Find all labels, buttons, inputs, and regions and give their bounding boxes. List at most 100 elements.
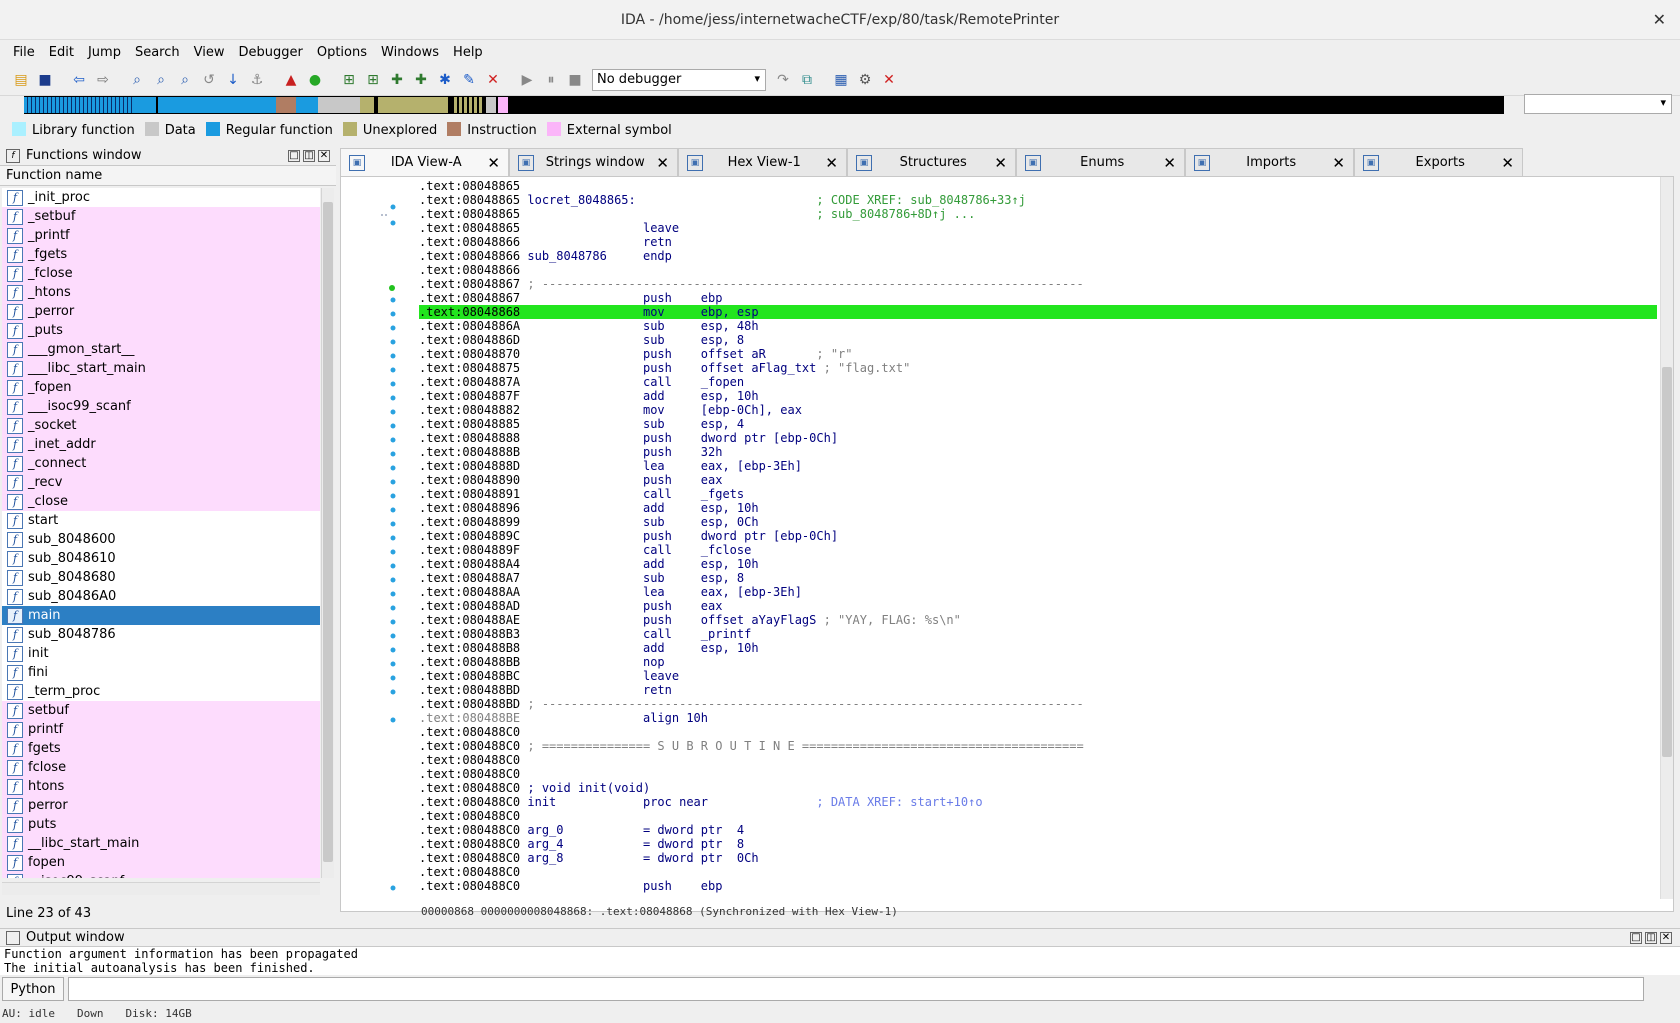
disasm-line[interactable]: .text:080488C0 (419, 767, 1657, 781)
function-row[interactable]: f ___gmon_start__ (2, 340, 320, 359)
graph-icon[interactable]: ▲ (280, 69, 302, 91)
python-input[interactable] (68, 977, 1644, 1001)
disasm-line[interactable]: .text:080488C0 (419, 809, 1657, 823)
disasm-line[interactable]: .text:080488C0 push ebp (419, 879, 1657, 893)
run-green-icon[interactable]: ● (304, 69, 326, 91)
disasm-line[interactable]: .text:080488B3 call _printf (419, 627, 1657, 641)
disasm-line[interactable]: .text:0804887A call _fopen (419, 375, 1657, 389)
disasm-line[interactable]: .text:0804886D sub esp, 8 (419, 333, 1657, 347)
play-icon[interactable]: ▶ (516, 69, 538, 91)
tab-close-icon[interactable]: ✕ (1332, 154, 1345, 172)
tab-exports[interactable]: ▣ Exports ✕ (1354, 148, 1523, 176)
function-row[interactable]: f sub_8048600 (2, 530, 320, 549)
save-icon[interactable]: ■ (34, 69, 56, 91)
delete-icon[interactable]: ✕ (482, 69, 504, 91)
disasm-line[interactable]: .text:08048899 sub esp, 0Ch (419, 515, 1657, 529)
plus-icon[interactable]: ✚ (386, 69, 408, 91)
menu-edit[interactable]: Edit (42, 45, 81, 60)
function-row[interactable]: f _connect (2, 454, 320, 473)
tab-close-icon[interactable]: ✕ (994, 154, 1007, 172)
disasm-line[interactable]: .text:08048865 (419, 179, 1657, 193)
disasm-line[interactable]: .text:08048866 sub_8048786 endp (419, 249, 1657, 263)
function-row[interactable]: f _term_proc (2, 682, 320, 701)
function-row[interactable]: f printf (2, 720, 320, 739)
navigation-band[interactable] (10, 96, 1510, 114)
disasm-line[interactable]: .text:080488B8 add esp, 10h (419, 641, 1657, 655)
back-icon[interactable]: ⇦ (68, 69, 90, 91)
function-row[interactable]: f _recv (2, 473, 320, 492)
search-binary-icon[interactable]: ⌕ (126, 69, 148, 91)
disasm-line[interactable]: .text:080488A4 add esp, 10h (419, 557, 1657, 571)
tab-structures[interactable]: ▣ Structures ✕ (847, 148, 1016, 176)
function-row[interactable]: f puts (2, 815, 320, 834)
function-row[interactable]: f main (2, 606, 320, 625)
function-row[interactable]: f _htons (2, 283, 320, 302)
disasm-line[interactable]: .text:08048865 leave (419, 221, 1657, 235)
column-header[interactable]: Function name (0, 166, 336, 186)
function-list-hscrollbar[interactable] (2, 882, 320, 895)
function-row[interactable]: f sub_80486A0 (2, 587, 320, 606)
function-row[interactable]: f sub_8048680 (2, 568, 320, 587)
pause-icon[interactable]: ⏸ (540, 69, 562, 91)
disasm-line[interactable]: .text:08048885 sub esp, 4 (419, 417, 1657, 431)
function-row[interactable]: f fgets (2, 739, 320, 758)
disasm-line[interactable]: .text:080488C0 arg_0 = dword ptr 4 (419, 823, 1657, 837)
disasm-line[interactable]: .text:0804889F call _fclose (419, 543, 1657, 557)
function-row[interactable]: f htons (2, 777, 320, 796)
open-icon[interactable]: ▤ (10, 69, 32, 91)
struct-add-icon[interactable]: ⊞ (338, 69, 360, 91)
function-row[interactable]: f fini (2, 663, 320, 682)
tab-hex-view-1[interactable]: ▣ Hex View-1 ✕ (678, 148, 847, 176)
disasm-line[interactable]: .text:080488A7 sub esp, 8 (419, 571, 1657, 585)
function-row[interactable]: f sub_8048786 (2, 625, 320, 644)
disasm-line[interactable]: .text:08048867 ; -----------------------… (419, 277, 1657, 291)
disasm-line[interactable]: .text:080488AD push eax (419, 599, 1657, 613)
menu-jump[interactable]: Jump (81, 45, 128, 60)
disasm-line[interactable]: .text:080488AE push offset aYayFlagS ; "… (419, 613, 1657, 627)
function-row[interactable]: f _inet_addr (2, 435, 320, 454)
close-icon[interactable]: ✕ (1653, 10, 1666, 29)
menu-windows[interactable]: Windows (374, 45, 446, 60)
disasm-line[interactable]: .text:080488C0 ; void init(void) (419, 781, 1657, 795)
stop-icon[interactable]: ■ (564, 69, 586, 91)
restore-icon[interactable]: ◫ (1645, 931, 1657, 944)
function-row[interactable]: f __isoc99_scanf (2, 872, 320, 878)
disasm-line[interactable]: .text:08048866 retn (419, 235, 1657, 249)
breakpoints-icon[interactable]: ▦ (830, 69, 852, 91)
function-row[interactable]: f _fopen (2, 378, 320, 397)
disasm-line[interactable]: .text:08048875 push offset aFlag_txt ; "… (419, 361, 1657, 375)
disasm-line[interactable]: .text:080488BC leave (419, 669, 1657, 683)
close-panel-icon[interactable]: ✕ (1660, 931, 1672, 944)
search-text-icon[interactable]: ⌕ (150, 69, 172, 91)
disasm-line[interactable]: .text:0804887F add esp, 10h (419, 389, 1657, 403)
ida-scrollbar[interactable] (1660, 177, 1673, 899)
function-row[interactable]: f init (2, 644, 320, 663)
function-row[interactable]: f ___isoc99_scanf (2, 397, 320, 416)
disasm-line[interactable]: .text:08048867 push ebp (419, 291, 1657, 305)
anchor-icon[interactable]: ⚓ (246, 69, 268, 91)
tab-close-icon[interactable]: ✕ (656, 154, 669, 172)
search-imm-icon[interactable]: ⌕ (174, 69, 196, 91)
disasm-line[interactable]: .text:08048868 mov ebp, esp (419, 305, 1657, 319)
tab-ida-view-a[interactable]: ▣ IDA View-A ✕ (340, 148, 509, 176)
disasm-line[interactable]: .text:08048890 push eax (419, 473, 1657, 487)
plus-menu-icon[interactable]: ✚ (410, 69, 432, 91)
disasm-line[interactable]: .text:080488BB nop (419, 655, 1657, 669)
disasm-line[interactable]: .text:080488C0 init proc near ; DATA XRE… (419, 795, 1657, 809)
function-row[interactable]: f perror (2, 796, 320, 815)
disasm-line[interactable]: .text:080488BE align 10h (419, 711, 1657, 725)
disasm-line[interactable]: .text:0804889C push dword ptr [ebp-0Ch] (419, 529, 1657, 543)
disasm-line[interactable]: .text:080488BD retn (419, 683, 1657, 697)
disassembly[interactable]: .text:08048865 .text:08048865 locret_8048… (419, 179, 1657, 893)
function-row[interactable]: f _printf (2, 226, 320, 245)
tab-close-icon[interactable]: ✕ (487, 154, 500, 172)
float-icon[interactable]: □ (288, 149, 300, 162)
tab-close-icon[interactable]: ✕ (1501, 154, 1514, 172)
disasm-line[interactable]: .text:08048882 mov [ebp-0Ch], eax (419, 403, 1657, 417)
disasm-line[interactable]: .text:0804888D lea eax, [ebp-3Eh] (419, 459, 1657, 473)
tab-close-icon[interactable]: ✕ (825, 154, 838, 172)
tab-enums[interactable]: ▣ Enums ✕ (1016, 148, 1185, 176)
function-row[interactable]: f _socket (2, 416, 320, 435)
tab-close-icon[interactable]: ✕ (1163, 154, 1176, 172)
disasm-line[interactable]: .text:0804888B push 32h (419, 445, 1657, 459)
